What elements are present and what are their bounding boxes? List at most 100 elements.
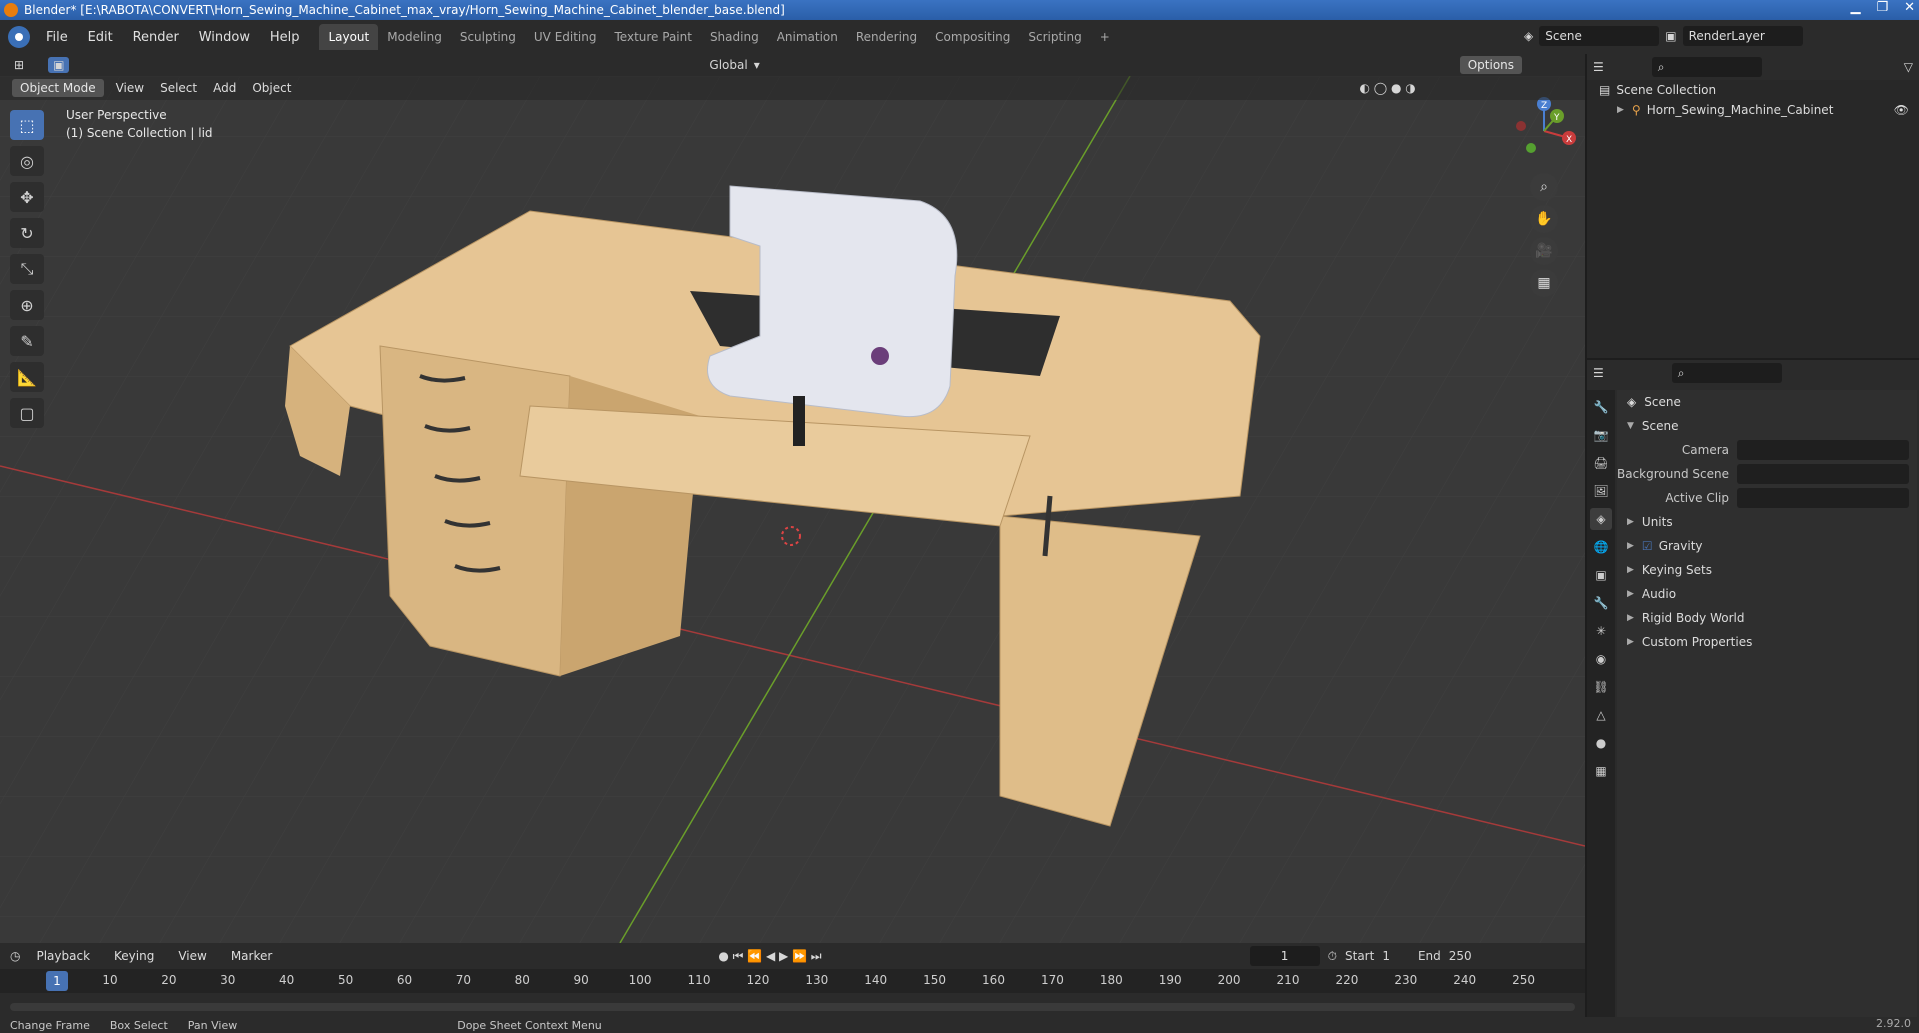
viewport-menu-object[interactable]: Object [244, 81, 299, 95]
expand-icon[interactable]: ▶ [1627, 517, 1634, 527]
gravity-panel[interactable]: ▶ ☑ Gravity [1617, 534, 1917, 558]
outliner-root[interactable]: ▤ Scene Collection [1587, 80, 1919, 100]
transform-tool-icon[interactable]: ⊕ [10, 290, 44, 320]
cursor-tool-icon[interactable]: ◎ [10, 146, 44, 176]
particles-tab-icon[interactable]: ✳ [1590, 620, 1612, 642]
expand-icon[interactable]: ▶ [1627, 541, 1634, 551]
audio-panel[interactable]: ▶ Audio [1617, 582, 1917, 606]
measure-tool-icon[interactable]: 📐 [10, 362, 44, 392]
transform-orientation[interactable]: Global [709, 58, 747, 72]
timeline-ruler[interactable]: 1 10 20 30 40 50 60 70 80 90 100 110 120 130 140 150 16… [0, 969, 1585, 993]
playback-controls[interactable]: ● ⏮ ⏪ ◀ ▶ ⏩ ⏭ [718, 949, 821, 964]
tab-layout[interactable]: Layout [319, 24, 379, 50]
viewport-menu-view[interactable]: View [108, 81, 152, 95]
mode-dropdown[interactable]: Object Mode [12, 79, 104, 97]
select-mode-icon[interactable]: ▣ [48, 57, 70, 73]
ortho-grid-icon[interactable]: ▦ [1530, 269, 1558, 297]
camera-view-icon[interactable]: 🎥 [1530, 237, 1558, 265]
outliner-search-input[interactable]: ⌕ [1651, 57, 1762, 77]
timeline-menu-playback[interactable]: Playback [28, 949, 98, 963]
timeline-menu-keying[interactable]: Keying [106, 949, 162, 963]
add-workspace-icon[interactable]: + [1091, 24, 1119, 50]
timeline-scrollbar[interactable] [10, 1003, 1575, 1011]
menu-window[interactable]: Window [191, 30, 258, 45]
properties-search-input[interactable]: ⌕ [1671, 363, 1782, 383]
tab-compositing[interactable]: Compositing [926, 24, 1019, 50]
menu-edit[interactable]: Edit [80, 30, 121, 45]
annotate-tool-icon[interactable]: ✎ [10, 326, 44, 356]
tab-uv-editing[interactable]: UV Editing [525, 24, 606, 50]
rigid-body-world-panel[interactable]: ▶ Rigid Body World [1617, 606, 1917, 630]
menu-help[interactable]: Help [262, 30, 308, 45]
viewport-menu-add[interactable]: Add [205, 81, 244, 95]
filter-icon[interactable]: ▽ [1904, 60, 1913, 74]
expand-icon[interactable]: ▶ [1627, 637, 1634, 647]
tab-modeling[interactable]: Modeling [378, 24, 451, 50]
timeline-menu-marker[interactable]: Marker [223, 949, 280, 963]
shading-mode-icons[interactable]: ◐ ◯ ● ◑ [1359, 81, 1415, 95]
expand-icon[interactable]: ▶ [1617, 105, 1624, 115]
scene-tab-icon[interactable]: ◈ [1590, 508, 1612, 530]
maximize-icon[interactable]: ❐ [1876, 0, 1888, 15]
add-cube-tool-icon[interactable]: ▢ [10, 398, 44, 428]
expand-icon[interactable]: ▶ [1627, 589, 1634, 599]
expand-icon[interactable]: ▶ [1627, 613, 1634, 623]
timeline-menu-view[interactable]: View [170, 949, 214, 963]
minimize-icon[interactable]: ▁ [1850, 0, 1860, 15]
tab-rendering[interactable]: Rendering [847, 24, 926, 50]
active-clip-field[interactable] [1737, 488, 1909, 508]
material-tab-icon[interactable]: ● [1590, 732, 1612, 754]
axis-gizmo[interactable]: Z X Y [1509, 96, 1579, 166]
tab-animation[interactable]: Animation [768, 24, 847, 50]
units-panel[interactable]: ▶ Units [1617, 510, 1917, 534]
start-field[interactable]: 1 [1382, 949, 1390, 963]
rotate-tool-icon[interactable]: ↻ [10, 218, 44, 248]
keying-sets-panel[interactable]: ▶ Keying Sets [1617, 558, 1917, 582]
scene-panel-header[interactable]: ▼ Scene [1617, 414, 1917, 438]
scale-tool-icon[interactable]: ⤡ [10, 254, 44, 284]
camera-field[interactable] [1737, 440, 1909, 460]
options-button[interactable]: Options [1459, 56, 1523, 74]
world-tab-icon[interactable]: 🌐 [1590, 536, 1612, 558]
scene-field[interactable]: Scene [1539, 26, 1660, 46]
object-tab-icon[interactable]: ▣ [1590, 564, 1612, 586]
blender-menu-icon[interactable] [8, 26, 30, 48]
tab-texture-paint[interactable]: Texture Paint [606, 24, 701, 50]
move-tool-icon[interactable]: ✥ [10, 182, 44, 212]
gravity-checkbox[interactable]: ☑ [1642, 539, 1653, 553]
tab-shading[interactable]: Shading [701, 24, 768, 50]
properties-editor-icon[interactable]: ☰ [1593, 366, 1604, 380]
menu-file[interactable]: File [38, 30, 76, 45]
current-frame-cursor[interactable]: 1 [46, 971, 68, 991]
constraints-tab-icon[interactable]: ⛓ [1590, 676, 1612, 698]
output-tab-icon[interactable]: 🖨 [1590, 452, 1612, 474]
collapse-icon[interactable]: ▼ [1627, 421, 1634, 431]
data-tab-icon[interactable]: △ [1590, 704, 1612, 726]
expand-icon[interactable]: ▶ [1627, 565, 1634, 575]
current-frame-field[interactable]: 1 [1249, 946, 1320, 966]
tab-sculpting[interactable]: Sculpting [451, 24, 525, 50]
modifier-tab-icon[interactable]: 🔧 [1590, 592, 1612, 614]
close-icon[interactable]: ✕ [1904, 0, 1915, 15]
menu-render[interactable]: Render [125, 30, 187, 45]
select-box-tool-icon[interactable]: ⬚ [10, 110, 44, 140]
custom-properties-panel[interactable]: ▶ Custom Properties [1617, 630, 1917, 654]
visibility-eye-icon[interactable]: 👁 [1894, 103, 1909, 117]
timeline-editor-icon[interactable]: ◷ [10, 949, 20, 963]
3d-viewport[interactable]: ⬚ ◎ ✥ ↻ ⤡ ⊕ ✎ 📐 ▢ User Perspective (1) S… [0, 76, 1585, 943]
editor-type-icon[interactable]: ⊞ [14, 58, 24, 72]
render-tab-icon[interactable]: 📷 [1590, 424, 1612, 446]
physics-tab-icon[interactable]: ◉ [1590, 648, 1612, 670]
view-layer-tab-icon[interactable]: 🖼 [1590, 480, 1612, 502]
background-scene-field[interactable] [1737, 464, 1909, 484]
tool-tab-icon[interactable]: 🔧 [1590, 396, 1612, 418]
outliner-item[interactable]: ▶ ⚲ Horn_Sewing_Machine_Cabinet 👁 [1587, 100, 1919, 120]
pan-hand-icon[interactable]: ✋ [1530, 205, 1558, 233]
viewport-menu-select[interactable]: Select [152, 81, 205, 95]
texture-tab-icon[interactable]: ▦ [1590, 760, 1612, 782]
end-field[interactable]: 250 [1449, 949, 1472, 963]
zoom-icon[interactable]: ⌕ [1530, 173, 1558, 201]
renderlayer-field[interactable]: RenderLayer [1682, 26, 1803, 46]
outliner-editor-icon[interactable]: ☰ [1593, 60, 1604, 74]
tab-scripting[interactable]: Scripting [1019, 24, 1090, 50]
